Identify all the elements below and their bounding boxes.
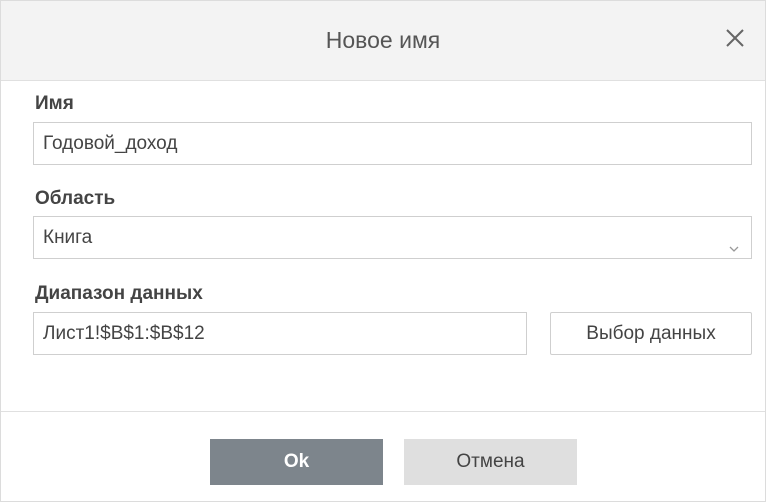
new-name-dialog: Новое имя Имя Годовой_доход Область Книг… [0, 0, 766, 502]
scope-select[interactable]: Книга [33, 216, 752, 259]
ok-button[interactable]: Ok [210, 439, 383, 485]
scope-select-value: Книга [43, 227, 93, 248]
dialog-title: Новое имя [325, 27, 441, 53]
cancel-button[interactable]: Отмена [404, 439, 577, 485]
dialog-header: Новое имя [1, 1, 765, 81]
close-icon[interactable] [719, 22, 751, 54]
range-input[interactable]: Лист1!$B$1:$B$12 [33, 312, 527, 355]
chevron-down-icon [727, 230, 741, 252]
name-input[interactable]: Годовой_доход [33, 122, 752, 165]
name-label: Имя [35, 93, 74, 114]
scope-label: Область [35, 188, 116, 209]
select-data-button[interactable]: Выбор данных [550, 312, 752, 355]
range-label: Диапазон данных [35, 283, 203, 304]
footer-divider [1, 411, 765, 412]
